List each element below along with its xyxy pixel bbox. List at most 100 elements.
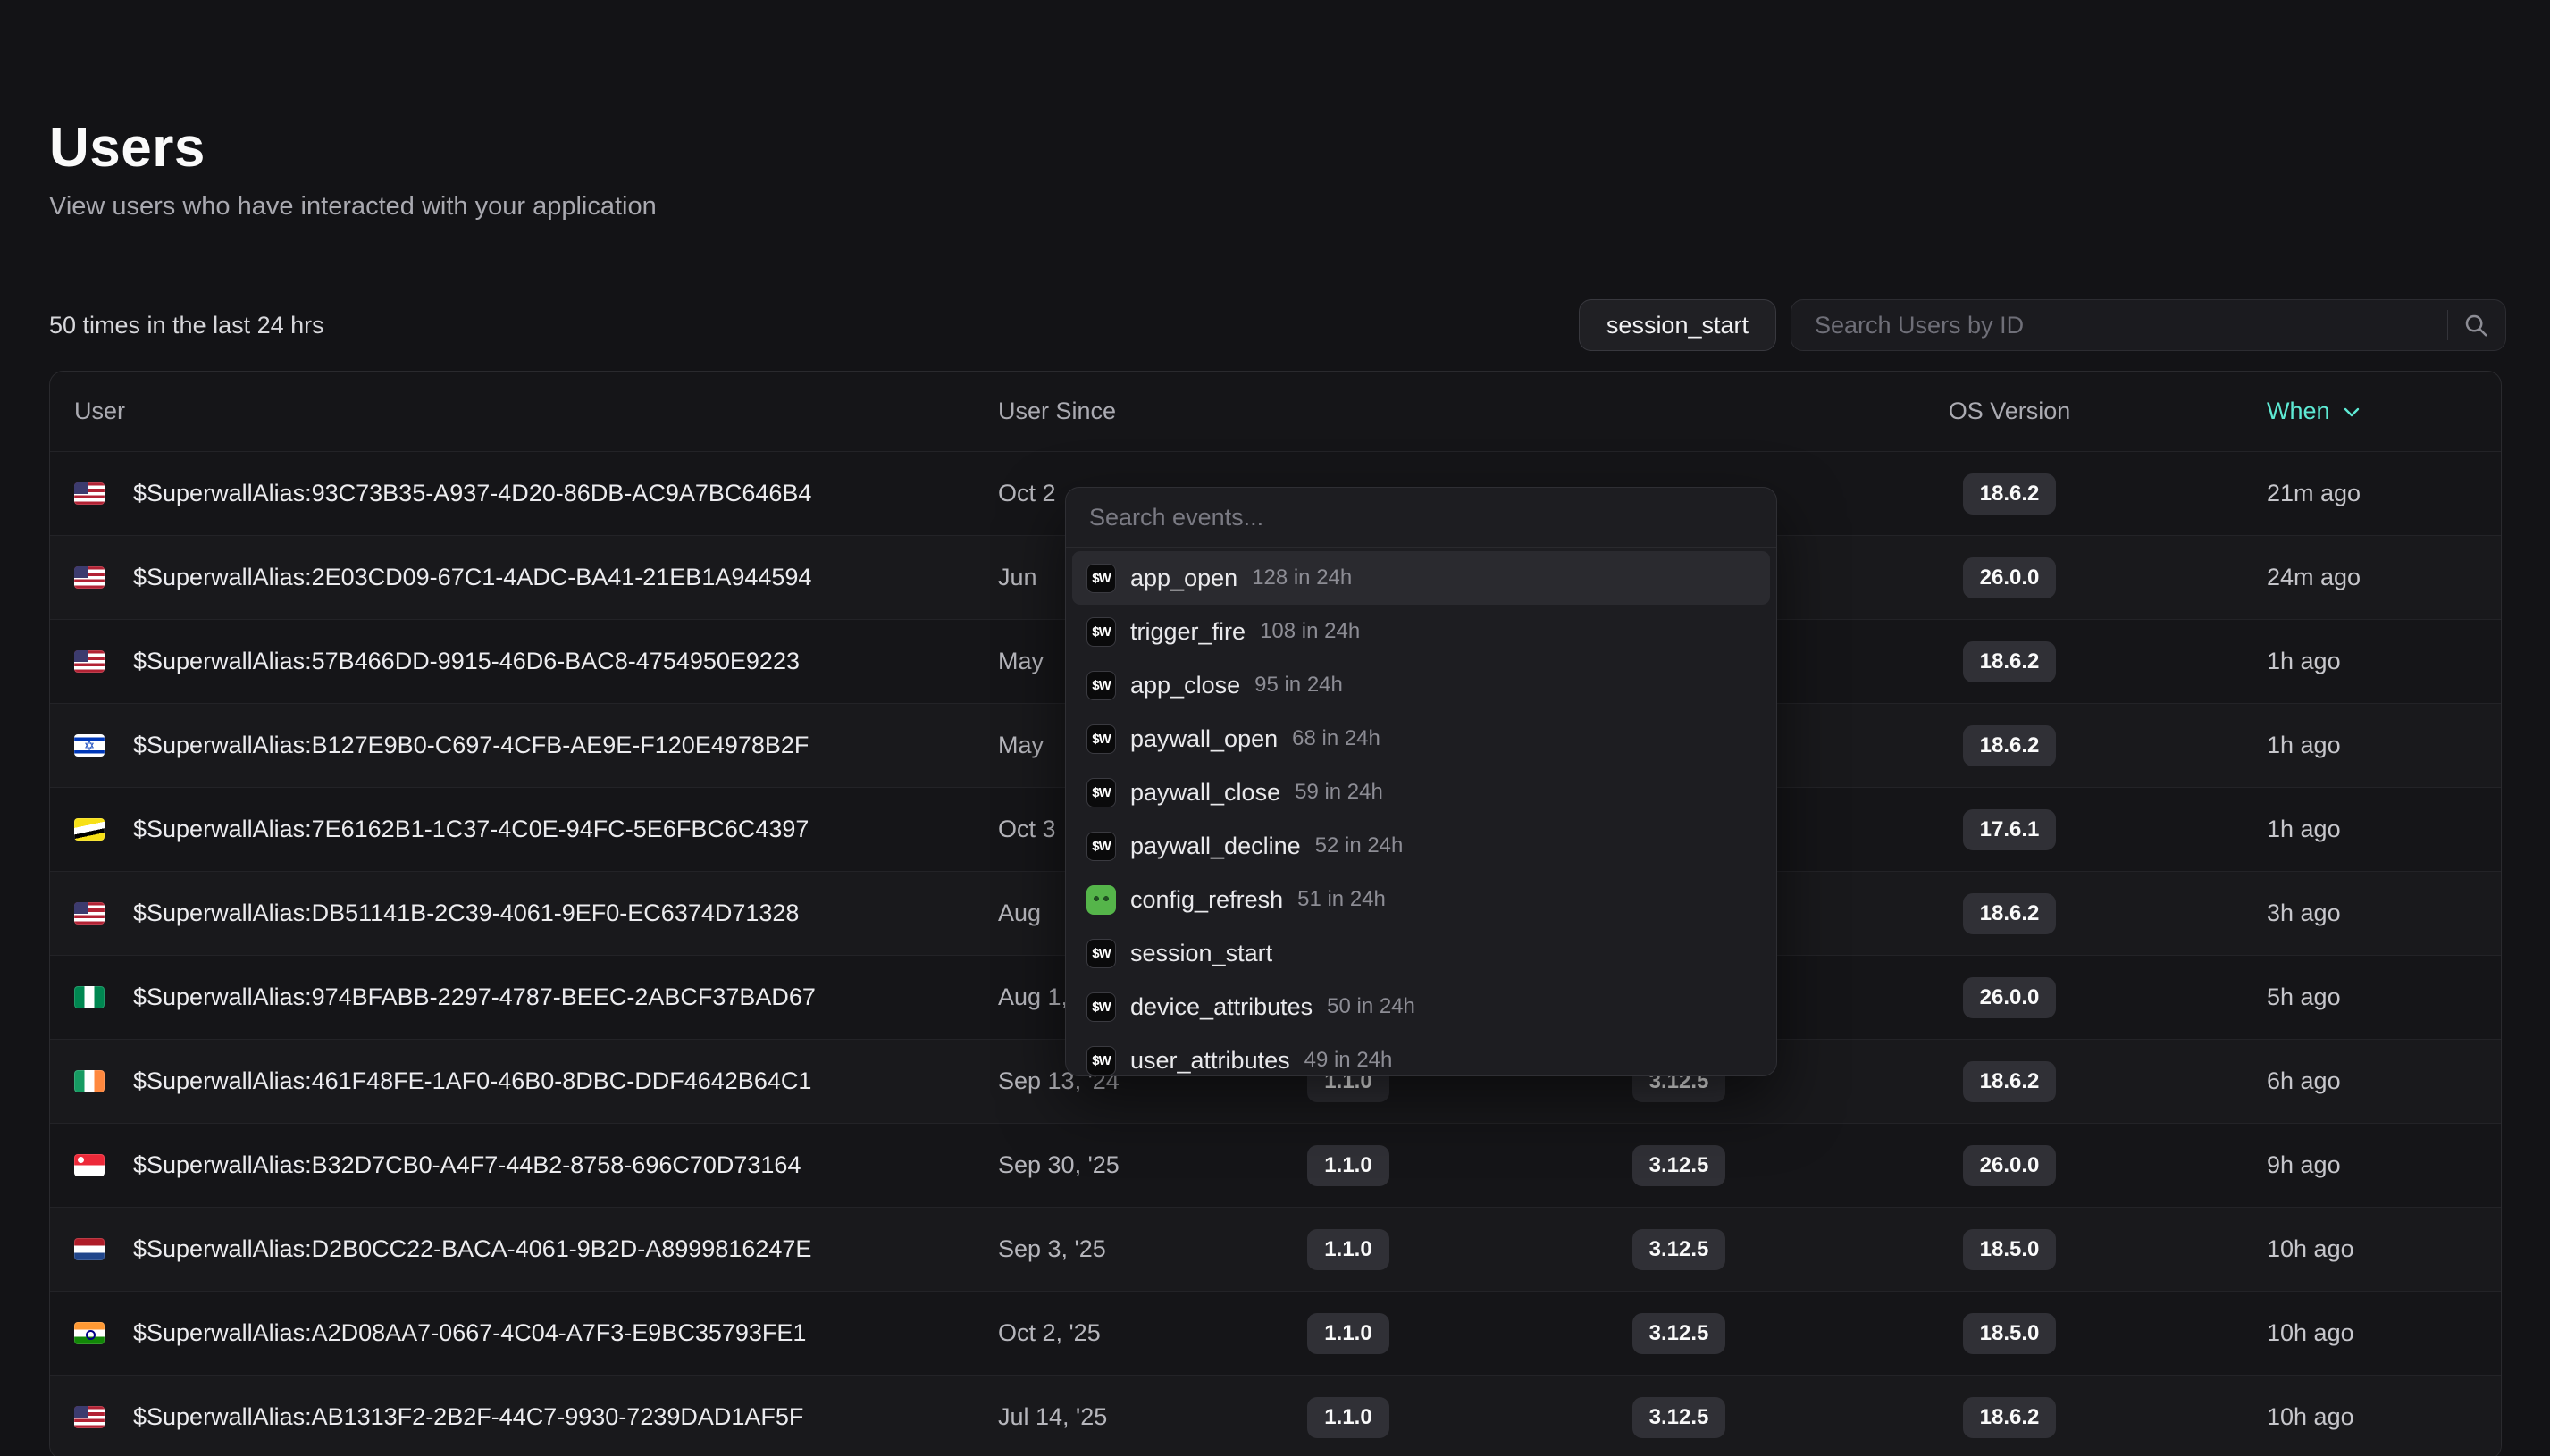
search-events-input[interactable] bbox=[1089, 504, 1753, 531]
event-option[interactable]: $W session_start bbox=[1072, 926, 1770, 980]
os-version-badge: 26.0.0 bbox=[1963, 557, 2057, 598]
user-cell: $SuperwallAlias:D2B0CC22-BACA-4061-9B2D-… bbox=[50, 1235, 998, 1263]
event-count: 52 in 24h bbox=[1315, 833, 1404, 858]
user-since-cell: Oct 2, '25 bbox=[998, 1319, 1196, 1347]
event-count: 108 in 24h bbox=[1260, 619, 1360, 644]
event-count: 68 in 24h bbox=[1292, 726, 1380, 751]
app-version-badge: 1.1.0 bbox=[1307, 1145, 1388, 1186]
event-option[interactable]: $W app_close 95 in 24h bbox=[1072, 658, 1770, 712]
country-flag-icon bbox=[74, 818, 105, 841]
sdk-version-cell: 3.12.5 bbox=[1500, 1145, 1858, 1186]
when-cell: 1h ago bbox=[2161, 732, 2502, 759]
user-cell: $SuperwallAlias:974BFABB-2297-4787-BEEC-… bbox=[50, 983, 998, 1011]
user-alias-id: $SuperwallAlias:7E6162B1-1C37-4C0E-94FC-… bbox=[133, 816, 809, 843]
sdk-version-badge: 3.12.5 bbox=[1632, 1229, 1726, 1270]
when-cell: 6h ago bbox=[2161, 1067, 2502, 1095]
superwall-logo-icon: $W bbox=[1086, 832, 1116, 861]
android-icon bbox=[1086, 885, 1116, 915]
table-row[interactable]: $SuperwallAlias:A2D08AA7-0667-4C04-A7F3-… bbox=[50, 1291, 2501, 1375]
os-version-badge: 26.0.0 bbox=[1963, 1145, 2057, 1186]
event-count: 49 in 24h bbox=[1304, 1048, 1393, 1073]
os-version-cell: 26.0.0 bbox=[1858, 977, 2161, 1018]
superwall-logo-icon: $W bbox=[1086, 724, 1116, 754]
when-cell: 10h ago bbox=[2161, 1403, 2502, 1431]
event-name: app_open bbox=[1130, 565, 1237, 592]
when-cell: 21m ago bbox=[2161, 480, 2502, 507]
user-alias-id: $SuperwallAlias:2E03CD09-67C1-4ADC-BA41-… bbox=[133, 564, 811, 591]
sdk-version-cell: 3.12.5 bbox=[1500, 1229, 1858, 1270]
user-alias-id: $SuperwallAlias:57B466DD-9915-46D6-BAC8-… bbox=[133, 648, 800, 675]
user-since-cell: Sep 30, '25 bbox=[998, 1151, 1196, 1179]
user-alias-id: $SuperwallAlias:B32D7CB0-A4F7-44B2-8758-… bbox=[133, 1151, 801, 1179]
table-row[interactable]: $SuperwallAlias:AB1313F2-2B2F-44C7-9930-… bbox=[50, 1375, 2501, 1456]
event-count: 95 in 24h bbox=[1254, 673, 1343, 698]
sdk-version-cell: 3.12.5 bbox=[1500, 1313, 1858, 1354]
os-version-badge: 18.6.2 bbox=[1963, 893, 2057, 934]
when-cell: 10h ago bbox=[2161, 1235, 2502, 1263]
event-name: session_start bbox=[1130, 940, 1272, 967]
os-version-cell: 18.6.2 bbox=[1858, 1061, 2161, 1102]
event-name: paywall_close bbox=[1130, 779, 1280, 807]
when-cell: 3h ago bbox=[2161, 900, 2502, 927]
event-name: paywall_open bbox=[1130, 725, 1278, 753]
user-alias-id: $SuperwallAlias:A2D08AA7-0667-4C04-A7F3-… bbox=[133, 1319, 806, 1347]
user-alias-id: $SuperwallAlias:461F48FE-1AF0-46B0-8DBC-… bbox=[133, 1067, 811, 1095]
table-row[interactable]: $SuperwallAlias:D2B0CC22-BACA-4061-9B2D-… bbox=[50, 1207, 2501, 1291]
event-name: trigger_fire bbox=[1130, 618, 1246, 646]
app-version-badge: 1.1.0 bbox=[1307, 1397, 1388, 1438]
table-header-row: User User Since OS Version When bbox=[50, 372, 2501, 451]
when-cell: 5h ago bbox=[2161, 983, 2502, 1011]
event-option[interactable]: $W device_attributes 50 in 24h bbox=[1072, 980, 1770, 1033]
event-option[interactable]: $W paywall_open 68 in 24h bbox=[1072, 712, 1770, 766]
event-filter-button[interactable]: session_start bbox=[1579, 299, 1776, 351]
when-cell: 1h ago bbox=[2161, 816, 2502, 843]
os-version-badge: 18.6.2 bbox=[1963, 1061, 2057, 1102]
sdk-version-badge: 3.12.5 bbox=[1632, 1145, 1726, 1186]
os-version-badge: 18.6.2 bbox=[1963, 641, 2057, 682]
event-option[interactable]: $W paywall_close 59 in 24h bbox=[1072, 766, 1770, 819]
event-count-summary: 50 times in the last 24 hrs bbox=[49, 312, 324, 339]
column-header-user-since: User Since bbox=[998, 397, 1196, 425]
os-version-cell: 18.6.2 bbox=[1858, 1397, 2161, 1438]
user-cell: $SuperwallAlias:B127E9B0-C697-4CFB-AE9E-… bbox=[50, 732, 998, 759]
event-name: app_close bbox=[1130, 672, 1240, 699]
user-cell: $SuperwallAlias:DB51141B-2C39-4061-9EF0-… bbox=[50, 900, 998, 927]
superwall-logo-icon: $W bbox=[1086, 617, 1116, 647]
user-cell: $SuperwallAlias:7E6162B1-1C37-4C0E-94FC-… bbox=[50, 816, 998, 843]
superwall-logo-icon: $W bbox=[1086, 1046, 1116, 1075]
os-version-badge: 18.5.0 bbox=[1963, 1313, 2057, 1354]
event-option[interactable]: $W app_open 128 in 24h bbox=[1072, 551, 1770, 605]
sdk-version-badge: 3.12.5 bbox=[1632, 1313, 1726, 1354]
country-flag-icon bbox=[74, 1322, 105, 1344]
user-alias-id: $SuperwallAlias:974BFABB-2297-4787-BEEC-… bbox=[133, 983, 816, 1011]
page-title: Users bbox=[49, 116, 2506, 180]
event-name: config_refresh bbox=[1130, 886, 1283, 914]
event-option[interactable]: $W paywall_decline 52 in 24h bbox=[1072, 819, 1770, 873]
country-flag-icon bbox=[74, 482, 105, 505]
table-row[interactable]: $SuperwallAlias:B32D7CB0-A4F7-44B2-8758-… bbox=[50, 1123, 2501, 1207]
chevron-down-icon bbox=[2341, 401, 2362, 423]
country-flag-icon bbox=[74, 1070, 105, 1092]
sdk-version-cell: 3.12.5 bbox=[1500, 1397, 1858, 1438]
os-version-badge: 18.5.0 bbox=[1963, 1229, 2057, 1270]
os-version-cell: 18.5.0 bbox=[1858, 1229, 2161, 1270]
search-users-input[interactable] bbox=[1815, 312, 2433, 339]
user-alias-id: $SuperwallAlias:D2B0CC22-BACA-4061-9B2D-… bbox=[133, 1235, 811, 1263]
superwall-logo-icon: $W bbox=[1086, 778, 1116, 807]
page-subtitle: View users who have interacted with your… bbox=[49, 192, 2506, 222]
user-cell: $SuperwallAlias:2E03CD09-67C1-4ADC-BA41-… bbox=[50, 564, 998, 591]
column-header-when-sort[interactable]: When bbox=[2161, 397, 2502, 425]
country-flag-icon bbox=[74, 1406, 105, 1428]
country-flag-icon bbox=[74, 986, 105, 1008]
os-version-cell: 18.6.2 bbox=[1858, 641, 2161, 682]
app-version-cell: 1.1.0 bbox=[1196, 1145, 1500, 1186]
event-option[interactable]: config_refresh 51 in 24h bbox=[1072, 873, 1770, 926]
event-option[interactable]: $W user_attributes 49 in 24h bbox=[1072, 1033, 1770, 1076]
event-list: $W app_open 128 in 24h $W trigger_fire 1… bbox=[1066, 548, 1776, 1076]
os-version-cell: 18.6.2 bbox=[1858, 893, 2161, 934]
when-cell: 24m ago bbox=[2161, 564, 2502, 591]
os-version-cell: 17.6.1 bbox=[1858, 809, 2161, 850]
search-icon bbox=[2462, 312, 2489, 339]
event-option[interactable]: $W trigger_fire 108 in 24h bbox=[1072, 605, 1770, 658]
column-header-when-label: When bbox=[2267, 397, 2330, 425]
